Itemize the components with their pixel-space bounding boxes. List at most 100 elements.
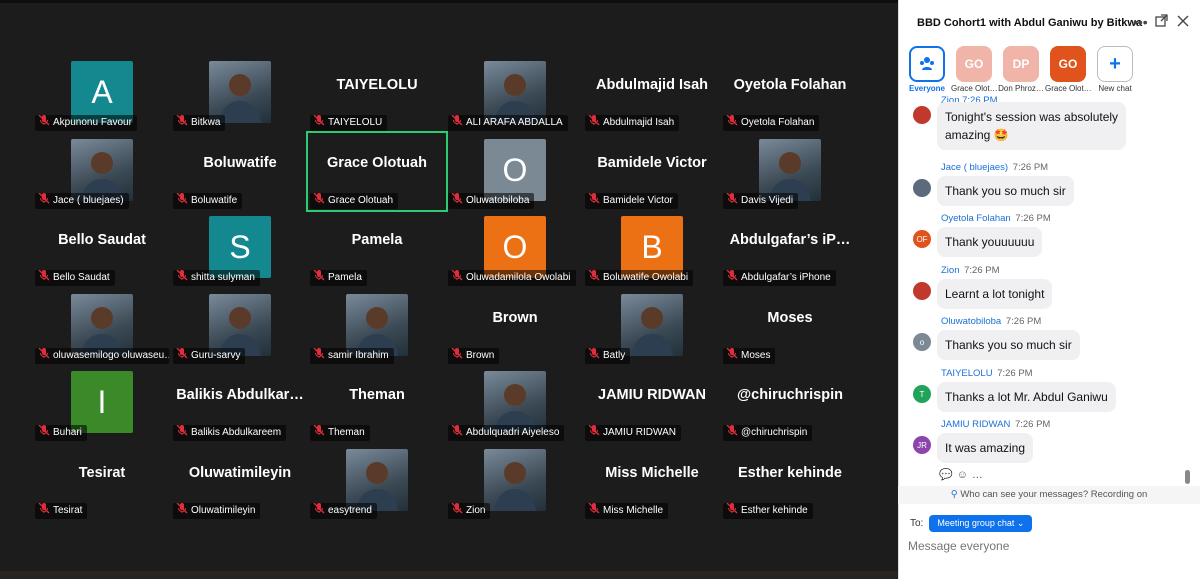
participant-tile[interactable]: Boluwatife Boluwatife	[171, 133, 309, 210]
chat-message-list[interactable]: Zion 7:26 PM Tonight's session was absolu…	[899, 92, 1189, 487]
message-meta: TAIYELOLU 7:26 PM	[941, 368, 1033, 379]
participant-name-label: @chiruchrispin	[723, 425, 813, 441]
participant-video	[621, 294, 683, 356]
participant-tile[interactable]: Moses Moses	[721, 288, 859, 365]
participant-tile[interactable]: Jace ( bluejaes)	[33, 133, 171, 210]
participant-avatar: O	[484, 216, 546, 278]
participant-tile[interactable]: Zion	[446, 443, 584, 520]
participant-tile[interactable]: Balikis Abdulkar… Balikis Abdulkareem	[171, 365, 309, 442]
participant-tile[interactable]: Sshitta sulyman	[171, 210, 309, 287]
popout-icon[interactable]	[1155, 14, 1168, 30]
mic-muted-icon	[38, 425, 50, 441]
participant-tile[interactable]: Davis Vijedi	[721, 133, 859, 210]
participant-video	[484, 371, 546, 433]
participant-display-name: Bamidele Victor	[597, 155, 707, 171]
participant-tile[interactable]: Oyetola Folahan Oyetola Folahan	[721, 55, 859, 132]
mic-muted-icon	[588, 425, 600, 441]
recipient-select[interactable]: Meeting group chat ⌄	[929, 515, 1033, 532]
message-bubble: Thank you so much sir	[937, 176, 1074, 206]
participant-tile[interactable]: Tesirat Tesirat	[33, 443, 171, 520]
participant-tile[interactable]: samir Ibrahim	[308, 288, 446, 365]
participant-name-label: Guru-sarvy	[173, 348, 246, 364]
participant-video	[71, 139, 133, 201]
participant-display-name: Abdulmajid Isah	[596, 77, 708, 93]
participant-name-label: Balikis Abdulkareem	[173, 425, 287, 441]
people-icon: ⚲	[950, 489, 958, 500]
participant-tile[interactable]: Grace Olotuah Grace Olotuah	[306, 131, 448, 212]
participant-video	[484, 61, 546, 123]
more-icon[interactable]: •••	[1133, 14, 1148, 30]
chip-participant[interactable]: GO	[1050, 46, 1086, 82]
participant-tile[interactable]: I Buhari	[33, 365, 171, 442]
participant-tile[interactable]: Esther kehinde Esther kehinde	[721, 443, 859, 520]
message-actions[interactable]: 💬☺…	[939, 468, 987, 481]
participant-tile[interactable]: Theman Theman	[308, 365, 446, 442]
participant-tile[interactable]: Abdulgafar’s iP… Abdulgafar’s iPhone	[721, 210, 859, 287]
participant-avatar: B	[621, 216, 683, 278]
participant-display-name: Tesirat	[78, 465, 126, 481]
participant-name-label: shitta sulyman	[173, 270, 260, 286]
chip-participant[interactable]: GO	[956, 46, 992, 82]
close-icon[interactable]	[1177, 14, 1189, 30]
participant-avatar: O	[484, 139, 546, 201]
mic-muted-icon	[176, 503, 188, 519]
sender-avatar: T	[913, 385, 931, 403]
participant-tile[interactable]: A Akpunonu Favour	[33, 55, 171, 132]
chip-everyone[interactable]	[909, 46, 945, 82]
mic-muted-icon	[588, 115, 600, 131]
mic-muted-icon	[313, 115, 325, 131]
sender-name: Zion	[941, 265, 960, 276]
participant-tile[interactable]: O Oluwatobiloba	[446, 133, 584, 210]
chip-participant[interactable]: DP	[1003, 46, 1039, 82]
mic-muted-icon	[38, 503, 50, 519]
participant-tile[interactable]: ALI ARAFA ABDALLA	[446, 55, 584, 132]
mic-muted-icon	[588, 503, 600, 519]
participant-tile[interactable]: O Oluwadamilola Owolabi	[446, 210, 584, 287]
participant-name-label: samir Ibrahim	[310, 348, 394, 364]
participant-tile[interactable]: Brown Brown	[446, 288, 584, 365]
chat-scrollbar[interactable]	[1185, 470, 1190, 484]
participant-name-label: Boluwatife	[173, 193, 243, 209]
participant-tile[interactable]: Bello Saudat Bello Saudat	[33, 210, 171, 287]
mic-muted-icon	[451, 425, 463, 441]
participant-display-name: Grace Olotuah	[327, 155, 427, 171]
participant-tile[interactable]: Miss Michelle Miss Michelle	[583, 443, 721, 520]
participant-tile[interactable]: Batly	[583, 288, 721, 365]
participant-avatar: I	[71, 371, 133, 433]
participant-tile[interactable]: @chiruchrispin @chiruchrispin	[721, 365, 859, 442]
participant-tile[interactable]: TAIYELOLU TAIYELOLU	[308, 55, 446, 132]
bottom-strip	[0, 571, 898, 579]
message-time: 7:26 PM	[997, 368, 1033, 379]
participant-tile[interactable]: Abdulmajid Isah Abdulmajid Isah	[583, 55, 721, 132]
mic-muted-icon	[38, 193, 50, 209]
new-chat-button[interactable]: +	[1097, 46, 1133, 82]
participant-name-label: Bitkwa	[173, 115, 226, 131]
participant-tile[interactable]: Bamidele Victor Bamidele Victor	[583, 133, 721, 210]
participant-tile[interactable]: B Boluwatife Owolabi	[583, 210, 721, 287]
participant-display-name: JAMIU RIDWAN	[598, 387, 706, 403]
participant-name-label: Brown	[448, 348, 500, 364]
participant-name-label: Boluwatife Owolabi	[585, 270, 694, 286]
participant-display-name: @chiruchrispin	[737, 387, 843, 403]
message-meta: Jace ( bluejaes) 7:26 PM	[941, 162, 1048, 173]
recipient-row: To: Meeting group chat ⌄	[910, 515, 1033, 532]
participant-tile[interactable]: easytrend	[308, 443, 446, 520]
participant-tile[interactable]: oluwasemilogo oluwaseu…	[33, 288, 171, 365]
sender-name: Oluwatobiloba	[941, 316, 1002, 327]
participant-display-name: Oluwatimileyin	[188, 465, 292, 481]
mic-muted-icon	[38, 115, 50, 131]
participant-tile[interactable]: JAMIU RIDWAN JAMIU RIDWAN	[583, 365, 721, 442]
mic-muted-icon	[588, 193, 600, 209]
message-input[interactable]	[908, 539, 1178, 553]
participant-tile[interactable]: Abdulquadri Aiyeleso	[446, 365, 584, 442]
participant-tile[interactable]: Pamela Pamela	[308, 210, 446, 287]
message-time: 7:26 PM	[1014, 419, 1051, 430]
mic-muted-icon	[313, 425, 325, 441]
participant-tile[interactable]: Bitkwa	[171, 55, 309, 132]
sender-avatar: OF	[913, 230, 931, 248]
sender-name: Jace ( bluejaes)	[941, 162, 1009, 173]
participant-tile[interactable]: Oluwatimileyin Oluwatimileyin	[171, 443, 309, 520]
privacy-notice[interactable]: ⚲ Who can see your messages? Recording o…	[898, 486, 1200, 504]
participant-tile[interactable]: Guru-sarvy	[171, 288, 309, 365]
participant-name-label: Miss Michelle	[585, 503, 669, 519]
